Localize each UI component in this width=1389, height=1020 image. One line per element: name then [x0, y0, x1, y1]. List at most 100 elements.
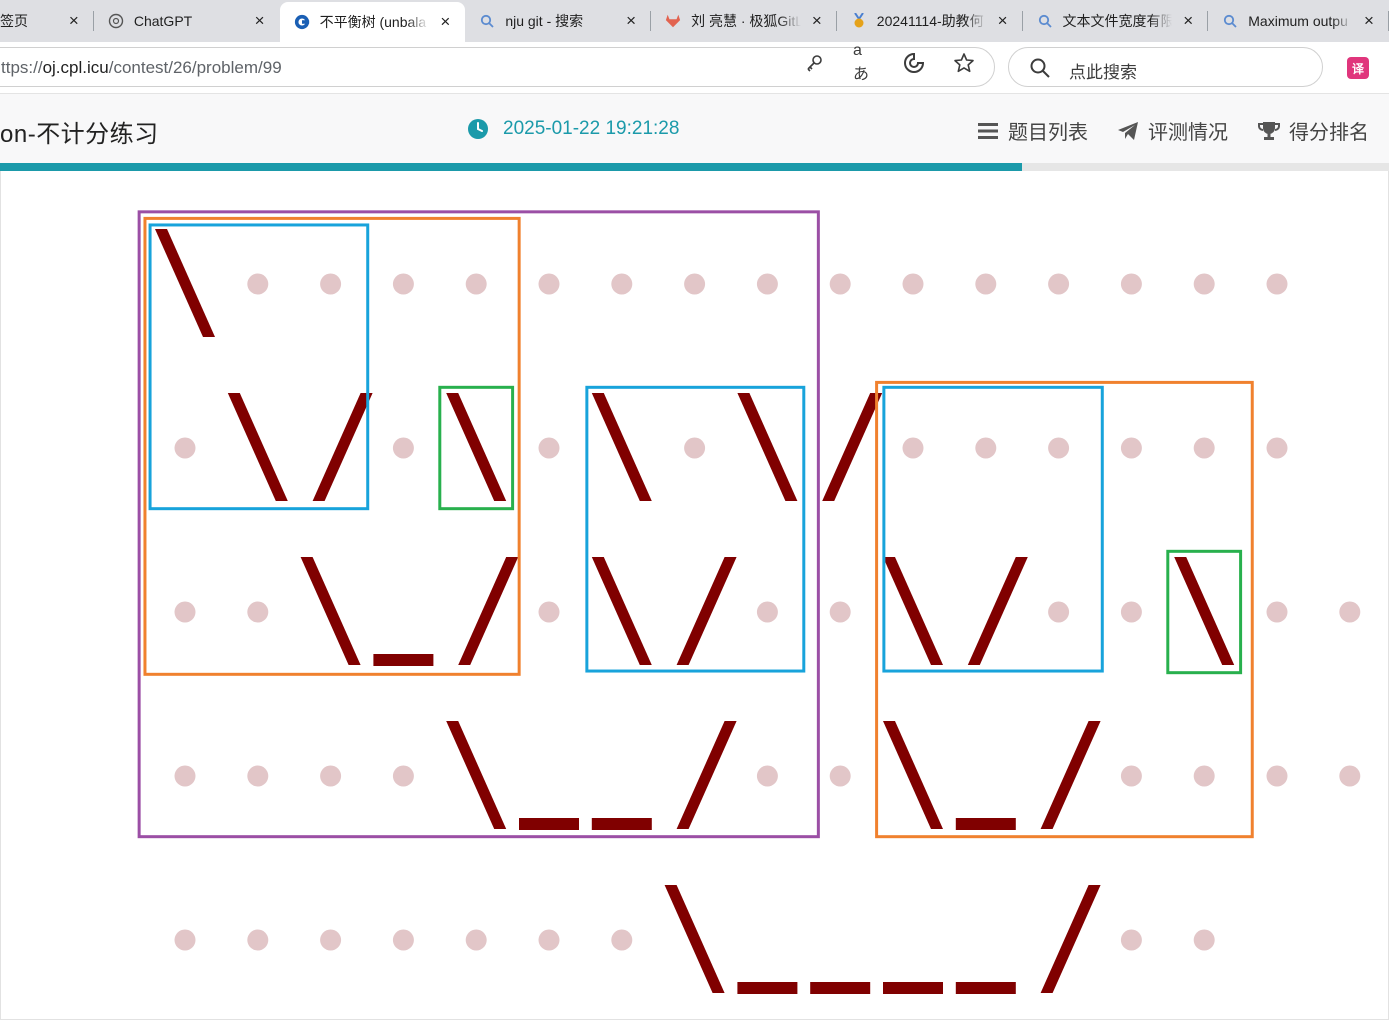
search-icon	[1029, 57, 1051, 84]
search-icon	[1037, 13, 1053, 29]
grid-dot	[829, 765, 851, 787]
grid-dot	[1120, 437, 1142, 459]
tab-close-icon[interactable]: ×	[66, 11, 82, 30]
grid-dot	[247, 765, 269, 787]
grid-dot	[1120, 273, 1142, 295]
tab-close-icon[interactable]: ×	[437, 12, 453, 31]
grid-dot	[829, 273, 851, 295]
oj-navbar: on-不计分练习 2025-01-22 19:21:28 题目列表 评测情况 得…	[0, 94, 1389, 163]
grid-dot	[1120, 929, 1142, 951]
oj-icon	[294, 14, 310, 30]
edge-refresh-icon[interactable]	[903, 52, 925, 74]
right-edge-stroke	[676, 557, 737, 665]
unbalanced-tree-figure	[137, 210, 1361, 994]
grid-dot	[611, 929, 633, 951]
search-icon	[479, 13, 495, 29]
address-bar[interactable]: ttps://oj.cpl.icu/contest/26/problem/99	[0, 47, 995, 87]
grid-dot	[392, 437, 414, 459]
browser-tab-strip: 签页 × ChatGPT × 不平衡树 (unbala × nju git - 搜索 × 刘 亮…	[0, 0, 1389, 42]
read-aloud-icon[interactable]: aあ	[853, 42, 875, 83]
bottom-edge-stroke	[810, 982, 871, 994]
grid-dot	[902, 273, 924, 295]
grid-dot	[1266, 601, 1288, 623]
grid-dot	[465, 929, 487, 951]
grid-dot	[829, 601, 851, 623]
grid-dot	[756, 601, 778, 623]
left-edge-stroke	[446, 393, 507, 501]
bottom-edge-stroke	[519, 818, 579, 830]
grid-dot	[538, 437, 560, 459]
left-edge-stroke	[446, 721, 507, 829]
search-placeholder: 点此搜索	[1069, 63, 1137, 82]
left-edge-stroke	[664, 885, 725, 993]
tab-close-icon[interactable]: ×	[252, 11, 268, 30]
paper-plane-icon	[1117, 120, 1139, 142]
grid-dot	[902, 437, 924, 459]
grid-dot	[538, 273, 560, 295]
grid-dot	[684, 273, 706, 295]
grid-dot	[538, 601, 560, 623]
left-edge-stroke	[300, 557, 361, 665]
tab-title: Maximum outpu	[1248, 13, 1348, 29]
right-edge-stroke	[1040, 721, 1101, 829]
problem-figure-area	[0, 171, 1389, 1020]
grid-dot	[247, 929, 269, 951]
grid-dot	[392, 929, 414, 951]
tab-close-icon[interactable]: ×	[809, 11, 825, 30]
translate-extension-icon[interactable]: 译	[1347, 57, 1369, 79]
tab-close-icon[interactable]: ×	[623, 11, 639, 30]
bottom-edge-stroke	[955, 818, 1016, 830]
grid-dot	[975, 273, 997, 295]
tab-title: ChatGPT	[133, 13, 193, 29]
browser-tab[interactable]: 刘 亮慧 · 极狐GitL ×	[651, 0, 837, 42]
grid-dot	[1339, 765, 1361, 787]
grid-dot	[247, 601, 269, 623]
search-icon	[1222, 13, 1238, 29]
left-edge-stroke	[591, 557, 652, 665]
grid-dot	[320, 273, 342, 295]
grid-dot	[1266, 437, 1288, 459]
grid-dot	[1120, 601, 1142, 623]
grid-dot	[538, 929, 560, 951]
tab-title: nju git - 搜索	[505, 13, 584, 29]
browser-search-box[interactable]: 点此搜索	[1008, 47, 1323, 87]
grid-dot	[320, 765, 342, 787]
tab-close-icon[interactable]: ×	[1180, 11, 1196, 30]
browser-tab[interactable]: 签页 ×	[0, 0, 94, 42]
tab-close-icon[interactable]: ×	[1361, 11, 1377, 30]
contest-time: 2025-01-22 19:21:28	[503, 118, 680, 139]
grid-dot	[465, 273, 487, 295]
left-edge-stroke	[883, 557, 943, 665]
url-text[interactable]: ttps://oj.cpl.icu/contest/26/problem/99	[1, 58, 282, 78]
nav-problem-list[interactable]: 题目列表	[977, 116, 1088, 145]
bottom-edge-stroke	[591, 818, 652, 830]
browser-tab[interactable]: ChatGPT ×	[94, 0, 280, 42]
contest-title[interactable]: on-不计分练习	[0, 114, 159, 149]
grid-dot	[320, 929, 342, 951]
grid-dot	[1048, 437, 1070, 459]
grid-dot	[611, 273, 633, 295]
nav-problem-list-label: 题目列表	[1008, 122, 1088, 144]
trophy-icon	[1258, 120, 1280, 142]
grid-dot	[1193, 273, 1215, 295]
clock-icon	[467, 118, 489, 140]
grid-dot	[1048, 273, 1070, 295]
right-edge-stroke	[967, 557, 1028, 665]
right-edge-stroke	[312, 393, 373, 501]
grid-dot	[975, 437, 997, 459]
tab-close-icon[interactable]: ×	[995, 11, 1011, 30]
browser-tab[interactable]: Maximum outpu ×	[1208, 0, 1389, 42]
nav-ranking[interactable]: 得分排名	[1258, 116, 1369, 145]
star-icon[interactable]	[953, 52, 975, 74]
browser-tab[interactable]: 不平衡树 (unbala ×	[279, 2, 466, 42]
nav-ranking-label: 得分排名	[1289, 122, 1369, 144]
browser-tab[interactable]: nju git - 搜索 ×	[465, 0, 652, 42]
grid-dot	[392, 273, 414, 295]
chatgpt-icon	[108, 13, 124, 29]
browser-tab[interactable]: 20241114-助教何 ×	[837, 0, 1023, 42]
browser-tab[interactable]: 文本文件宽度有限 ×	[1023, 0, 1209, 42]
left-edge-stroke	[737, 393, 798, 501]
key-icon[interactable]	[803, 52, 825, 74]
nav-judge-status[interactable]: 评测情况	[1117, 116, 1228, 145]
nav-judge-status-label: 评测情况	[1148, 122, 1228, 144]
